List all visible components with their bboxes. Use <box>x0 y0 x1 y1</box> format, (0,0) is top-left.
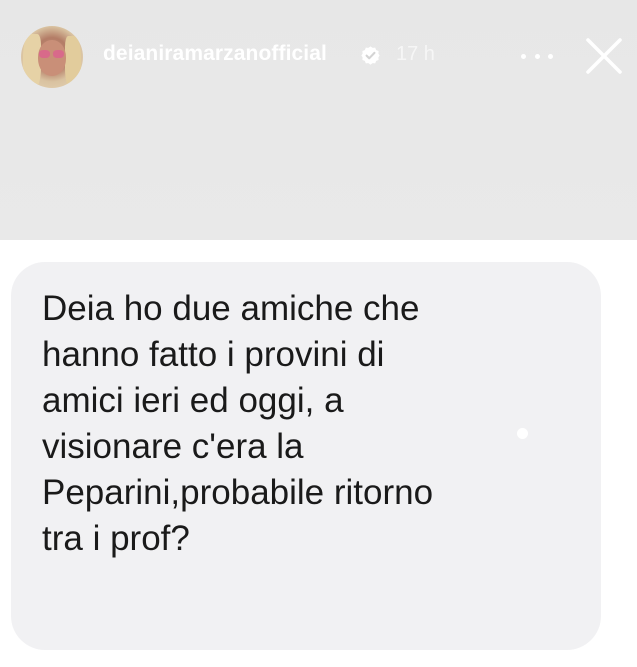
avatar-glasses <box>39 50 50 58</box>
avatar-face <box>38 40 66 76</box>
more-dot <box>548 53 553 59</box>
verified-badge-icon <box>361 46 380 65</box>
avatar[interactable] <box>21 26 83 88</box>
username-link[interactable]: deianiramarzanofficial <box>103 42 327 66</box>
avatar-glasses <box>53 50 64 58</box>
decorative-dot <box>517 428 528 439</box>
post-time: 17 h <box>396 43 435 65</box>
more-dot <box>534 53 540 59</box>
more-dot <box>521 53 526 59</box>
story-viewer[interactable]: deianiramarzanofficial 17 h Deia ho due … <box>0 0 637 667</box>
story-header: deianiramarzanofficial 17 h <box>0 0 637 120</box>
avatar-hair <box>65 36 81 88</box>
message-text: Deia ho due amiche che hanno fatto i pro… <box>42 289 434 558</box>
more-options-icon[interactable] <box>521 46 553 66</box>
close-icon[interactable] <box>582 34 626 78</box>
